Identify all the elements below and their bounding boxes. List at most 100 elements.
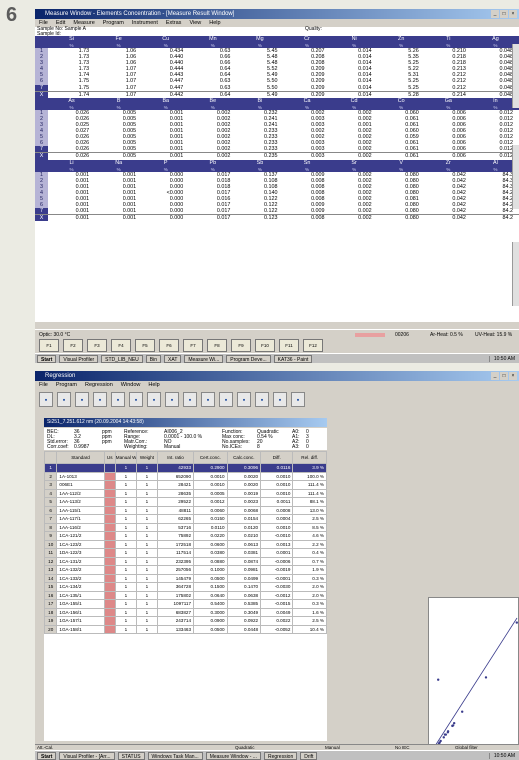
taskbar-button[interactable]: Measure Window - ... [205,751,261,760]
standard-row[interactable]: 1 1 1 42933 0.2900 0.3096 0.0116 3.9 % [43,463,327,473]
calibration-point[interactable] [442,736,445,739]
print-icon[interactable]: ▪ [75,392,89,407]
calibration-point[interactable] [515,621,518,624]
use-checkbox[interactable] [103,599,116,609]
close-icon[interactable]: × [509,372,517,380]
function-key-f1[interactable]: F1 [39,339,59,352]
function-key-f6[interactable]: F6 [159,339,179,352]
regression-icon[interactable]: ▪ [219,392,233,407]
function-key-f3[interactable]: F3 [87,339,107,352]
menu-item[interactable]: Instrument [132,19,158,27]
standard-row[interactable]: 15 1CA-134/2 1 1 364728 0.1500 0.1470 -0.0030 2.… [43,582,327,592]
use-checkbox[interactable] [103,480,116,490]
use-checkbox[interactable] [103,497,116,507]
standard-row[interactable]: 10 1CA-123/2 1 1 172518 0.0600 0.0613 0.0013 2.2… [43,539,327,549]
use-checkbox[interactable] [103,514,116,524]
function-key-f2[interactable]: F2 [63,339,83,352]
table-icon[interactable]: ▪ [111,392,125,407]
standard-row[interactable]: 7 1AA-117/1 1 1 62265 0.0150 0.0154 0.0004 2.5 % [43,514,327,524]
filter-icon[interactable]: ▪ [165,392,179,407]
result-row[interactable]: 7 1.75 1.07 0.447 0.63 5.50 0.209 0.014 5.25 0.21… [35,84,519,92]
column-header[interactable]: Us [103,451,116,464]
use-checkbox[interactable] [103,624,116,634]
minimize-icon[interactable]: _ [491,10,499,18]
use-checkbox[interactable] [103,548,116,558]
column-header[interactable]: Standard [56,451,105,464]
use-checkbox[interactable] [103,556,116,566]
taskbar-button[interactable]: Drift [300,751,318,760]
scrollbar[interactable] [512,242,519,306]
standard-row[interactable]: 2 1A-1013 1 1 652090 0.0010 0.0020 0.0010 100.0 … [43,471,327,481]
element-header[interactable]: Cr [283,36,331,43]
element-header[interactable]: Co [377,97,425,105]
function-key-f10[interactable]: F10 [255,339,275,352]
taskbar-button[interactable]: STD_LIB_NEU [101,354,143,363]
open-icon[interactable]: ▪ [39,392,53,407]
maximize-icon[interactable]: □ [500,10,508,18]
use-checkbox[interactable] [103,607,116,617]
element-header[interactable]: Cd [330,97,378,105]
scrollbar[interactable] [512,145,519,209]
result-row[interactable]: 7 0.026 0.005 0.001 0.002 0.233 0.003 0.002 0.06… [35,146,519,153]
minimize-icon[interactable]: _ [491,372,499,380]
element-header[interactable]: Ba [142,97,190,105]
calibration-point[interactable] [484,676,488,679]
standard-row[interactable]: 20 1GA-158/1 1 1 133463 0.0500 0.0448 -0.0052 10… [43,624,327,634]
standard-row[interactable]: 8 1AA-116/2 1 1 53716 0.0110 0.0120 0.0010 8.5 % [43,522,327,532]
use-checkbox[interactable] [103,616,116,626]
use-checkbox[interactable] [103,565,116,575]
save-icon[interactable]: ▪ [57,392,71,407]
column-header[interactable]: Diff. [260,451,294,464]
column-header[interactable]: Rel. diff. [292,451,327,464]
maximize-icon[interactable]: □ [500,372,508,380]
function-key-f9[interactable]: F9 [231,339,251,352]
standard-row[interactable]: 13 1CA-132/2 1 1 257056 0.1000 0.0981 -0.0019 1.… [43,565,327,575]
standard-row[interactable]: 19 1GA-157/1 1 1 243714 0.0900 0.0922 0.0022 2.5… [43,616,327,626]
menu-item[interactable]: Help [148,381,159,389]
use-checkbox[interactable] [103,488,116,498]
element-header[interactable]: Mn [189,36,237,43]
taskbar-button[interactable]: STATUS [117,751,145,760]
element-header[interactable]: Ga [424,97,472,105]
chart-icon[interactable]: ▪ [147,392,161,407]
use-checkbox[interactable] [103,471,116,481]
standard-row[interactable]: 14 1CA-133/2 1 1 145479 0.0500 0.0499 -0.0001 0.… [43,573,327,583]
use-checkbox[interactable] [103,582,116,592]
close-icon[interactable]: × [509,10,517,18]
element-header[interactable]: Sn [283,159,331,167]
curve-icon[interactable]: ▪ [183,392,197,407]
taskbar-button[interactable]: Regression [263,751,298,760]
start-button[interactable]: Start [37,354,57,363]
standard-row[interactable]: 5 1AA-113/2 1 1 29522 0.0012 0.0023 0.0011 88.1 … [43,497,327,507]
result-row[interactable]: 7 0.001 0.001 0.000 0.017 0.122 0.009 0.002 0.08… [35,208,519,215]
calibration-point[interactable] [439,739,442,743]
column-header[interactable]: Cert.conc. [193,451,228,464]
standard-row[interactable]: 9 1CA-121/2 1 1 75892 0.0220 0.0210 -0.0010 4.6 … [43,531,327,541]
taskbar-button[interactable]: Bin [145,354,162,363]
element-header[interactable]: Sr [330,159,378,167]
element-header[interactable]: As [48,97,96,105]
element-header[interactable]: Zr [424,159,472,167]
stats-icon[interactable]: ▪ [237,392,251,407]
column-header[interactable]: Calc.conc. [226,451,262,464]
function-key-f7[interactable]: F7 [183,339,203,352]
column-header[interactable]: Int. ratio [157,451,195,464]
taskbar-button[interactable]: Measure Wi... [184,354,224,363]
element-header[interactable]: Sb [236,159,284,167]
taskbar-button[interactable]: XAT [164,354,182,363]
calibration-point[interactable] [443,733,447,736]
start-button[interactable]: Start [37,751,57,760]
element-header[interactable]: Pb [189,159,237,167]
element-header[interactable]: Ca [283,97,331,105]
function-key-f12[interactable]: F12 [303,339,323,352]
scrollbar[interactable] [512,44,519,108]
use-checkbox[interactable] [103,463,116,473]
function-key-f8[interactable]: F8 [207,339,227,352]
use-checkbox[interactable] [103,505,116,515]
menu-item[interactable]: View [189,19,201,27]
calibration-point[interactable] [451,724,455,727]
element-header[interactable]: V [377,159,425,167]
function-key-f4[interactable]: F4 [111,339,131,352]
element-header[interactable]: Ni [330,36,378,43]
line-icon[interactable]: ▪ [255,392,269,407]
